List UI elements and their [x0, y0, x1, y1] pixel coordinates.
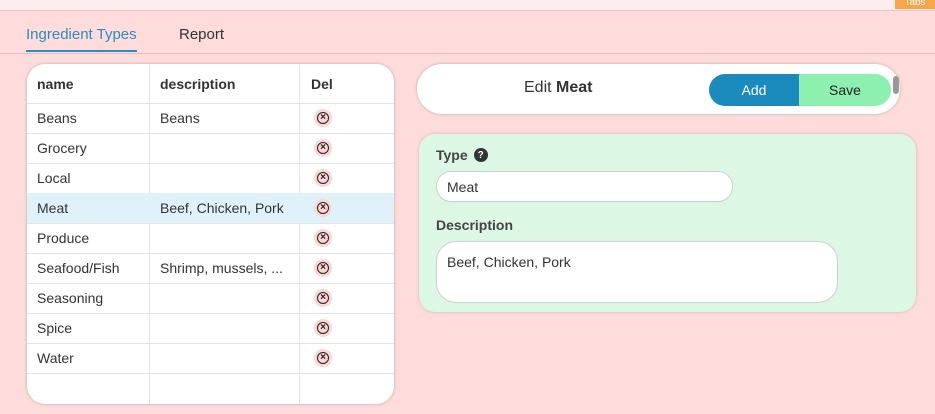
- type-label-row: Type ?: [436, 147, 488, 163]
- cell-name: Produce: [37, 230, 90, 246]
- table-row[interactable]: Meat Beef, Chicken, Pork ×: [27, 193, 394, 224]
- circle-x-icon: ×: [317, 232, 329, 244]
- edit-prefix: Edit: [524, 79, 552, 96]
- delete-button[interactable]: ×: [314, 319, 332, 337]
- type-label: Type: [436, 147, 468, 163]
- cell-del: ×: [311, 253, 371, 283]
- cell-name: Seafood/Fish: [37, 260, 120, 276]
- cell-name: Local: [37, 170, 71, 186]
- table-row[interactable]: Beans Beans ×: [27, 103, 394, 134]
- cell-name: Seasoning: [37, 290, 104, 306]
- add-button[interactable]: Add: [709, 74, 799, 106]
- cell-description: Beef, Chicken, Pork: [160, 200, 284, 216]
- edit-form: Type ? Meat Description Beef, Chicken, P…: [419, 134, 916, 312]
- cell-del: ×: [311, 283, 371, 313]
- cell-description: Shrimp, mussels, ...: [160, 260, 283, 276]
- header-del[interactable]: Del: [311, 64, 371, 103]
- table-row[interactable]: Water ×: [27, 343, 394, 374]
- tab-ingredient-types[interactable]: Ingredient Types: [26, 26, 137, 52]
- table-header-row: name description Del: [27, 64, 394, 104]
- cell-name: Grocery: [37, 140, 87, 156]
- circle-x-icon: ×: [317, 142, 329, 154]
- cell-description: [160, 133, 292, 163]
- description-label: Description: [436, 217, 514, 233]
- edit-bar: Edit Meat Add Save: [417, 64, 900, 114]
- delete-button[interactable]: ×: [314, 259, 332, 277]
- cell-del: ×: [311, 163, 371, 193]
- delete-button[interactable]: ×: [314, 109, 332, 127]
- delete-button[interactable]: ×: [314, 229, 332, 247]
- cell-name: Spice: [37, 320, 73, 336]
- tab-bar: Ingredient Types Report: [0, 24, 935, 54]
- edit-item-name: Meat: [556, 79, 593, 96]
- table-row[interactable]: Seasoning ×: [27, 283, 394, 314]
- scrollbar-thumb[interactable]: [893, 76, 899, 94]
- delete-button[interactable]: ×: [314, 289, 332, 307]
- top-strip: [0, 0, 935, 11]
- circle-x-icon: ×: [317, 172, 329, 184]
- cell-description: [160, 313, 292, 343]
- table-row[interactable]: Local ×: [27, 163, 394, 194]
- edit-title: Edit Meat: [524, 79, 592, 97]
- circle-x-icon: ×: [317, 262, 329, 274]
- circle-x-icon: ×: [317, 112, 329, 124]
- cell-description: [160, 343, 292, 373]
- circle-x-icon: ×: [317, 352, 329, 364]
- cell-name: Water: [37, 350, 74, 366]
- cell-del: ×: [311, 343, 371, 373]
- table-row[interactable]: Grocery ×: [27, 133, 394, 164]
- delete-button[interactable]: ×: [314, 169, 332, 187]
- save-button[interactable]: Save: [799, 74, 891, 106]
- cell-del: ×: [311, 313, 371, 343]
- cell-name: Beans: [37, 110, 77, 126]
- description-textarea[interactable]: Beef, Chicken, Pork: [436, 241, 838, 303]
- circle-x-icon: ×: [317, 292, 329, 304]
- header-name[interactable]: name: [37, 64, 149, 103]
- header-description[interactable]: description: [160, 64, 292, 103]
- tab-report[interactable]: Report: [179, 26, 224, 43]
- cell-del: ×: [311, 103, 371, 133]
- ingredient-types-table: name description Del Beans Beans × Grocery ×…: [27, 64, 394, 404]
- table-row[interactable]: Spice ×: [27, 313, 394, 344]
- cell-del: ×: [311, 193, 371, 223]
- cell-del: ×: [311, 133, 371, 163]
- cell-del: ×: [311, 223, 371, 253]
- circle-x-icon: ×: [317, 202, 329, 214]
- delete-button[interactable]: ×: [314, 199, 332, 217]
- question-circle-icon[interactable]: ?: [473, 148, 488, 162]
- circle-x-icon: ×: [317, 322, 329, 334]
- delete-button[interactable]: ×: [314, 349, 332, 367]
- cell-description: [160, 163, 292, 193]
- type-input[interactable]: Meat: [436, 171, 733, 202]
- top-tab[interactable]: Tabs: [895, 0, 935, 9]
- cell-description: [160, 283, 292, 313]
- table-row[interactable]: Seafood/Fish Shrimp, mussels, ... ×: [27, 253, 394, 284]
- cell-description: [160, 223, 292, 253]
- cell-description: Beans: [160, 110, 200, 126]
- table-row[interactable]: Produce ×: [27, 223, 394, 254]
- delete-button[interactable]: ×: [314, 139, 332, 157]
- cell-name: Meat: [37, 200, 69, 216]
